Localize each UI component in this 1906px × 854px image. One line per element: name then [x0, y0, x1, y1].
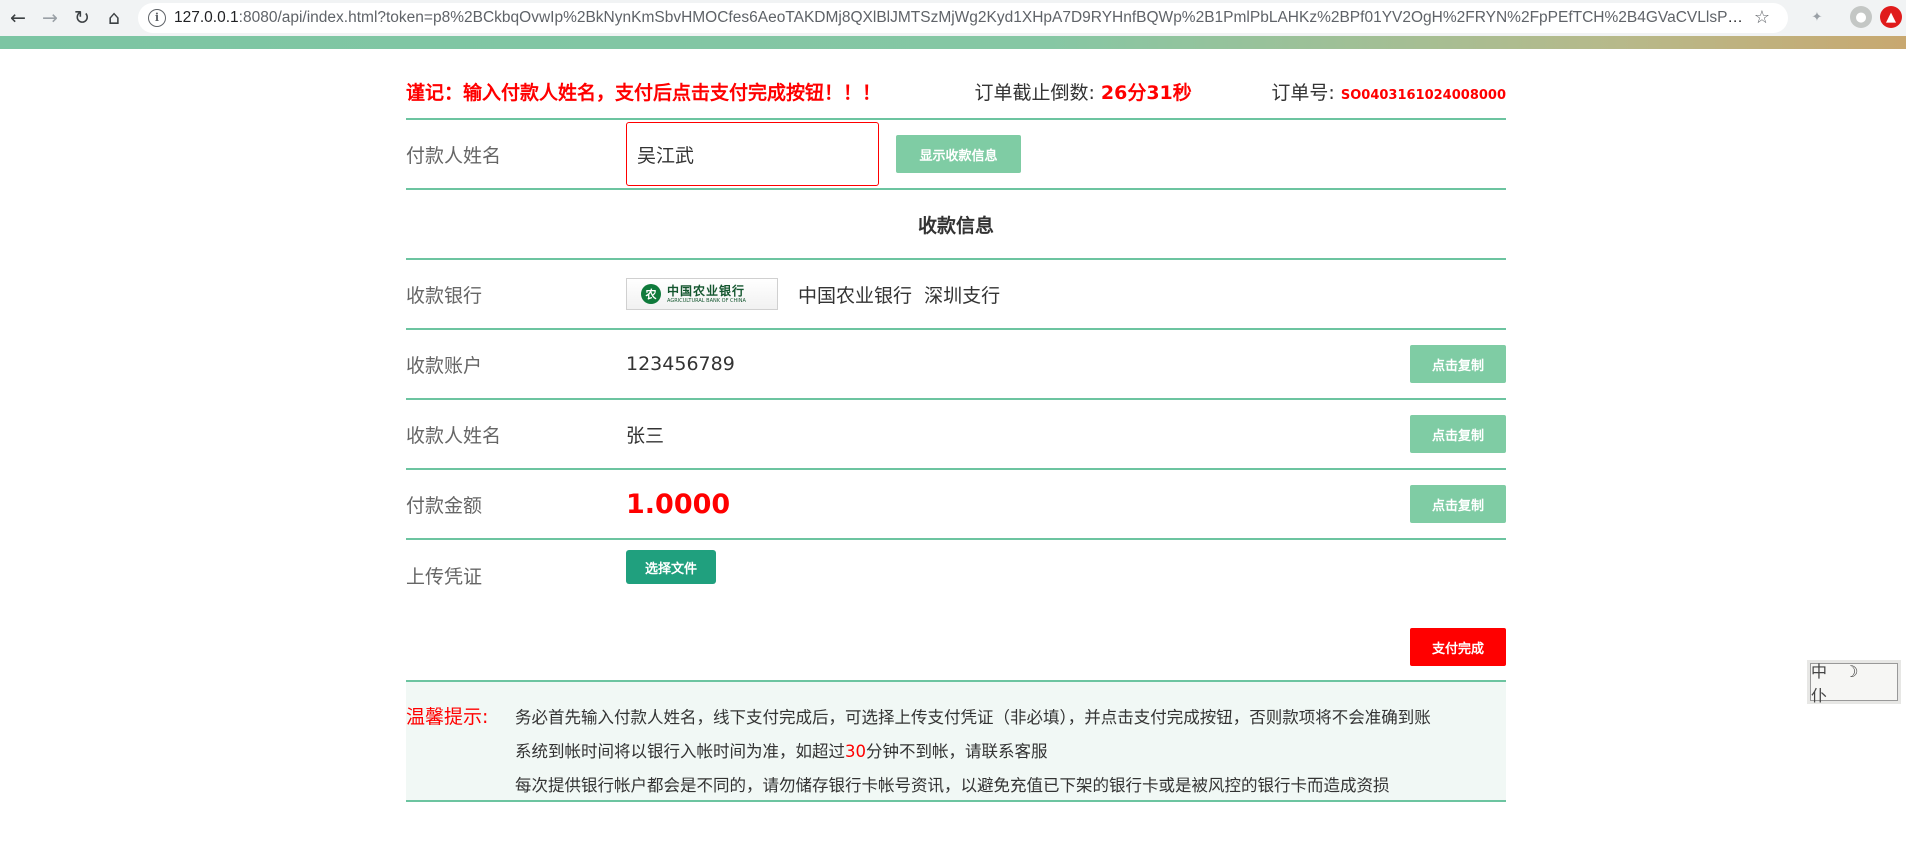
tips-box: 温馨提示: 务必首先输入付款人姓名，线下支付完成后，可选择上传支付凭证（非必填）…: [406, 680, 1506, 802]
site-info-icon[interactable]: i: [148, 9, 166, 27]
upload-label: 上传凭证: [406, 566, 483, 588]
section-title-row: 收款信息: [406, 188, 1506, 258]
abc-logo-icon: 农: [641, 284, 661, 304]
bank-logo-cn: 中国农业银行: [667, 283, 746, 298]
reload-icon[interactable]: ↻: [68, 4, 96, 32]
payee-row: 收款人姓名 张三 点击复制: [406, 398, 1506, 468]
home-icon[interactable]: ⌂: [100, 4, 128, 32]
payer-row: 付款人姓名 显示收款信息: [406, 118, 1506, 188]
amount-row: 付款金额 1.0000 点击复制: [406, 468, 1506, 538]
page-top-stripe: [0, 36, 1906, 49]
forward-arrow-icon[interactable]: →: [36, 4, 64, 32]
order-number: 订单号: SO0403161024008000: [1271, 78, 1506, 105]
order-value: SO0403161024008000: [1340, 87, 1506, 103]
back-arrow-icon[interactable]: ←: [4, 4, 32, 32]
countdown-label: 订单截止倒数:: [974, 81, 1101, 104]
payer-name-input[interactable]: [626, 122, 879, 186]
bank-row: 收款银行 农 中国农业银行 AGRICULTURAL BANK OF CHINA…: [406, 258, 1506, 328]
bank-logo: 农 中国农业银行 AGRICULTURAL BANK OF CHINA: [626, 278, 778, 310]
upload-row: 上传凭证 选择文件 支付完成: [406, 538, 1506, 680]
account-label: 收款账户: [406, 354, 483, 377]
countdown-value: 26分31秒: [1100, 81, 1192, 104]
order-label: 订单号:: [1271, 81, 1341, 104]
choose-file-button[interactable]: 选择文件: [626, 550, 716, 584]
payment-complete-button[interactable]: 支付完成: [1410, 628, 1506, 666]
payer-label: 付款人姓名: [406, 144, 502, 167]
section-title: 收款信息: [917, 214, 994, 237]
update-alert-icon[interactable]: ▲: [1880, 6, 1902, 28]
account-row: 收款账户 123456789 点击复制: [406, 328, 1506, 398]
tips-line-3: 每次提供银行帐户都会是不同的，请勿储存银行卡帐号资讯，以避免充值已下架的银行卡或…: [515, 776, 1390, 795]
bank-label: 收款银行: [406, 284, 483, 307]
warning-notice: 谨记：输入付款人姓名，支付后点击支付完成按钮！！！: [406, 81, 882, 104]
tips-minutes: 30: [845, 742, 866, 761]
show-payee-info-button[interactable]: 显示收款信息: [896, 135, 1021, 173]
bank-logo-en: AGRICULTURAL BANK OF CHINA: [667, 297, 746, 304]
browser-toolbar: ← → ↻ ⌂ i 127.0.0.1:8080/api/index.html?…: [0, 0, 1906, 36]
url-path: :8080/api/index.html?token=p8%2BCkbqOvwI…: [238, 9, 1754, 26]
tips-lines: 务必首先输入付款人姓名，线下支付完成后，可选择上传支付凭证（非必填），并点击支付…: [515, 704, 1431, 806]
payee-label: 收款人姓名: [406, 424, 502, 447]
url-text: 127.0.0.1:8080/api/index.html?token=p8%2…: [174, 9, 1754, 27]
copy-account-button[interactable]: 点击复制: [1410, 345, 1506, 383]
copy-payee-button[interactable]: 点击复制: [1410, 415, 1506, 453]
extension-bird-icon[interactable]: ✦: [1806, 6, 1828, 28]
tips-label: 温馨提示:: [406, 706, 489, 728]
bank-name: 中国农业银行 深圳支行: [798, 284, 1001, 307]
tips-line-2: 系统到帐时间将以银行入帐时间为准，如超过30分钟不到帐，请联系客服: [515, 742, 1048, 761]
payee-value: 张三: [626, 424, 665, 447]
header-row: 谨记：输入付款人姓名，支付后点击支付完成按钮！！！ 订单截止倒数: 26分31秒…: [406, 64, 1506, 118]
bookmark-star-icon[interactable]: ☆: [1754, 7, 1770, 28]
payment-page: 谨记：输入付款人姓名，支付后点击支付完成按钮！！！ 订单截止倒数: 26分31秒…: [406, 64, 1506, 802]
address-bar[interactable]: i 127.0.0.1:8080/api/index.html?token=p8…: [138, 3, 1788, 33]
amount-value: 1.0000: [626, 488, 731, 520]
account-value: 123456789: [626, 353, 735, 375]
profile-avatar-icon[interactable]: ●: [1850, 6, 1872, 28]
order-countdown: 订单截止倒数: 26分31秒: [974, 78, 1271, 105]
tips-line-1: 务必首先输入付款人姓名，线下支付完成后，可选择上传支付凭证（非必填），并点击支付…: [515, 708, 1431, 727]
amount-label: 付款金额: [406, 494, 483, 517]
ime-toolbar-widget[interactable]: 中 ☽ 仆: [1810, 662, 1898, 705]
copy-amount-button[interactable]: 点击复制: [1410, 485, 1506, 523]
url-host: 127.0.0.1: [174, 9, 239, 26]
